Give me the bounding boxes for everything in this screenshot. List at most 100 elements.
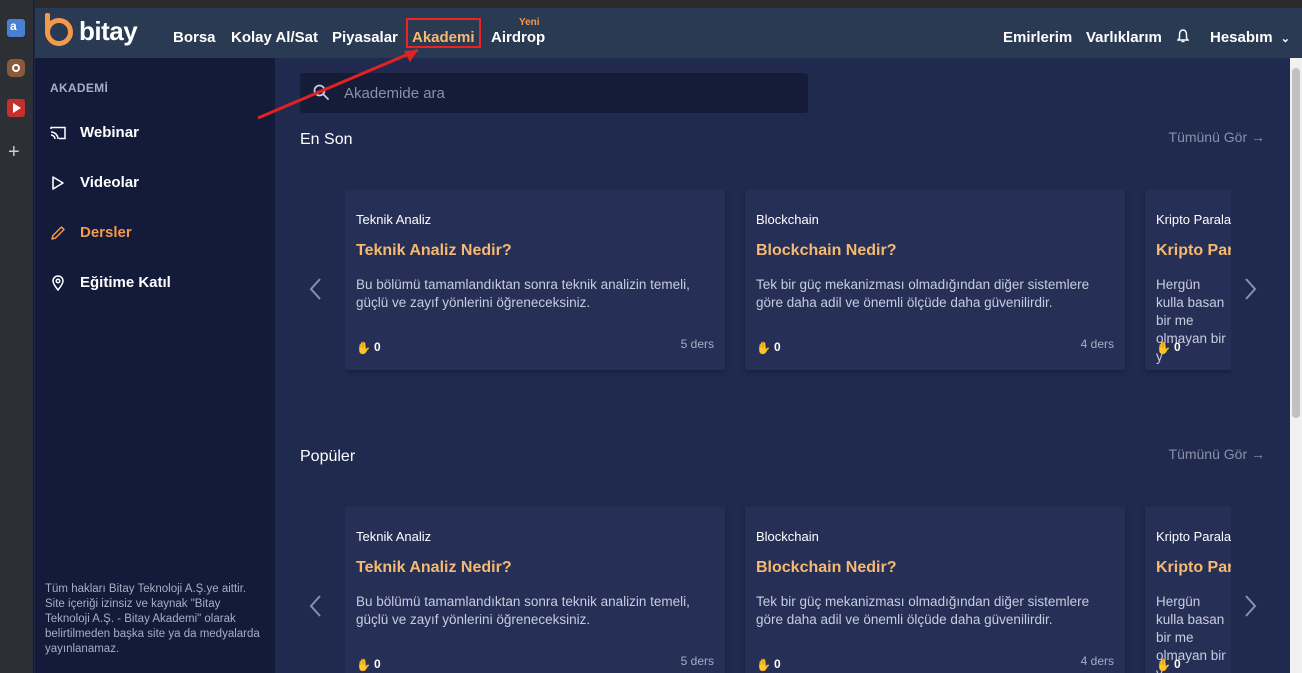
nav-akademi[interactable]: Akademi bbox=[412, 29, 475, 46]
card-likes[interactable]: ✋ 0 bbox=[356, 657, 381, 672]
card-likes[interactable]: ✋ 0 bbox=[1156, 340, 1181, 355]
sidebar-title: AKADEMİ bbox=[50, 81, 109, 95]
clap-icon: ✋ bbox=[356, 658, 371, 672]
card-description: Tek bir güç mekanizması olmadığından diğ… bbox=[756, 277, 1090, 310]
likes-count: 0 bbox=[1174, 657, 1181, 671]
academy-sidebar: AKADEMİ Webinar Videolar Dersler Eğitime… bbox=[35, 58, 275, 673]
carousel-next-icon[interactable] bbox=[1241, 276, 1259, 302]
card-category: Teknik Analiz bbox=[356, 529, 432, 544]
clap-icon: ✋ bbox=[756, 341, 771, 355]
card-description: Tek bir güç mekanizması olmadığından diğ… bbox=[756, 594, 1090, 627]
card-description: Bu bölümü tamamlandıktan sonra teknik an… bbox=[356, 594, 690, 627]
course-card[interactable]: Kripto Parala Kripto Par Hergün kulla ba… bbox=[1145, 507, 1231, 673]
search-input[interactable] bbox=[344, 73, 794, 113]
carousel-prev-icon[interactable] bbox=[307, 593, 325, 619]
card-description: Bu bölümü tamamlandıktan sonra teknik an… bbox=[356, 277, 690, 310]
section-title-latest: En Son bbox=[300, 131, 353, 148]
logo-mark-icon bbox=[45, 12, 73, 46]
sidebar-item-label: Videolar bbox=[80, 174, 139, 191]
course-card[interactable]: Teknik Analiz Teknik Analiz Nedir? Bu bö… bbox=[345, 190, 725, 370]
carousel-latest: Teknik Analiz Teknik Analiz Nedir? Bu bö… bbox=[345, 190, 1231, 380]
lesson-count: 5 ders bbox=[680, 654, 714, 668]
sidebar-item-label: Dersler bbox=[80, 224, 132, 241]
card-title: Teknik Analiz Nedir? bbox=[356, 559, 512, 576]
likes-count: 0 bbox=[774, 340, 781, 354]
carousel-popular: Teknik Analiz Teknik Analiz Nedir? Bu bö… bbox=[345, 507, 1231, 673]
new-badge: Yeni bbox=[519, 17, 540, 28]
card-title: Blockchain Nedir? bbox=[756, 242, 897, 259]
see-all-popular-link[interactable]: Tümünü Gör → bbox=[1169, 446, 1265, 462]
card-likes[interactable]: ✋ 0 bbox=[756, 657, 781, 672]
nav-piyasalar[interactable]: Piyasalar bbox=[332, 29, 398, 46]
see-all-label: Tümünü Gör bbox=[1168, 129, 1248, 145]
likes-count: 0 bbox=[1174, 340, 1181, 354]
see-all-latest-link[interactable]: Tümünü Gör → bbox=[1169, 129, 1265, 145]
card-category: Kripto Parala bbox=[1156, 212, 1231, 227]
sidebar-item-label: Webinar bbox=[80, 124, 139, 141]
lesson-count: 4 ders bbox=[1080, 654, 1114, 668]
nav-hesabim-label: Hesabım bbox=[1210, 29, 1273, 46]
card-title: Kripto Par bbox=[1156, 559, 1231, 576]
card-title: Teknik Analiz Nedir? bbox=[356, 242, 512, 259]
clap-icon: ✋ bbox=[756, 658, 771, 672]
nav-kolay-al-sat[interactable]: Kolay Al/Sat bbox=[231, 29, 318, 46]
search-bar bbox=[300, 73, 808, 113]
sidebar-item-videolar[interactable]: Videolar bbox=[50, 174, 139, 191]
section-title-popular: Popüler bbox=[300, 448, 356, 465]
carousel-prev-icon[interactable] bbox=[307, 276, 325, 302]
sidebar-item-egitime-katil[interactable]: Eğitime Katıl bbox=[50, 274, 171, 291]
scroll-thumb[interactable] bbox=[1292, 68, 1300, 418]
nav-airdrop[interactable]: Airdrop bbox=[491, 29, 545, 46]
nav-hesabim[interactable]: Hesabım ⌄ bbox=[1210, 29, 1290, 46]
search-icon bbox=[313, 84, 329, 100]
arrow-right-icon: → bbox=[1251, 446, 1265, 462]
instagram-icon[interactable] bbox=[7, 59, 25, 77]
arrow-right-icon: → bbox=[1251, 129, 1265, 145]
course-card[interactable]: Kripto Parala Kripto Par Hergün kulla ba… bbox=[1145, 190, 1231, 370]
card-category: Blockchain bbox=[756, 529, 819, 544]
top-navigation: bitay Borsa Kolay Al/Sat Piyasalar Akade… bbox=[35, 8, 1302, 58]
lesson-count: 4 ders bbox=[1080, 337, 1114, 351]
course-card[interactable]: Blockchain Blockchain Nedir? Tek bir güç… bbox=[745, 507, 1125, 673]
bell-icon[interactable] bbox=[1177, 29, 1189, 43]
nav-varliklarim[interactable]: Varlıklarım bbox=[1086, 29, 1162, 46]
main-content: En Son Tümünü Gör → Teknik Analiz Teknik… bbox=[275, 58, 1290, 673]
card-title: Kripto Par bbox=[1156, 242, 1231, 259]
clap-icon: ✋ bbox=[356, 341, 371, 355]
course-card[interactable]: Teknik Analiz Teknik Analiz Nedir? Bu bö… bbox=[345, 507, 725, 673]
likes-count: 0 bbox=[374, 657, 381, 671]
bitay-logo[interactable]: bitay bbox=[45, 12, 138, 47]
card-likes[interactable]: ✋ 0 bbox=[356, 340, 381, 355]
nav-emirlerim[interactable]: Emirlerim bbox=[1003, 29, 1072, 46]
cast-icon bbox=[50, 126, 66, 139]
pencil-icon bbox=[51, 225, 65, 240]
card-category: Teknik Analiz bbox=[356, 212, 432, 227]
add-icon[interactable]: + bbox=[8, 142, 20, 162]
clap-icon: ✋ bbox=[1156, 658, 1171, 672]
youtube-icon[interactable] bbox=[7, 99, 25, 117]
nav-borsa[interactable]: Borsa bbox=[173, 29, 216, 46]
card-likes[interactable]: ✋ 0 bbox=[756, 340, 781, 355]
course-card[interactable]: Blockchain Blockchain Nedir? Tek bir güç… bbox=[745, 190, 1125, 370]
window-top-bar bbox=[35, 0, 1302, 8]
card-category: Kripto Parala bbox=[1156, 529, 1231, 544]
chevron-down-icon: ⌄ bbox=[1280, 33, 1290, 45]
card-likes[interactable]: ✋ 0 bbox=[1156, 657, 1181, 672]
logo-text: bitay bbox=[79, 16, 138, 46]
sidebar-item-label: Eğitime Katıl bbox=[80, 274, 171, 291]
sidebar-item-dersler[interactable]: Dersler bbox=[50, 224, 132, 241]
carousel-next-icon[interactable] bbox=[1241, 593, 1259, 619]
browser-sidebar: + bbox=[0, 0, 34, 673]
translate-icon[interactable] bbox=[7, 19, 25, 37]
clap-icon: ✋ bbox=[1156, 341, 1171, 355]
likes-count: 0 bbox=[374, 340, 381, 354]
card-title: Blockchain Nedir? bbox=[756, 559, 897, 576]
play-icon bbox=[52, 175, 64, 190]
likes-count: 0 bbox=[774, 657, 781, 671]
see-all-label: Tümünü Gör bbox=[1168, 446, 1248, 462]
lesson-count: 5 ders bbox=[680, 337, 714, 351]
copyright-notice: Tüm hakları Bitay Teknoloji A.Ş.ye aitti… bbox=[45, 583, 260, 655]
sidebar-item-webinar[interactable]: Webinar bbox=[50, 124, 139, 141]
page-scrollbar[interactable] bbox=[1290, 58, 1302, 673]
card-category: Blockchain bbox=[756, 212, 819, 227]
